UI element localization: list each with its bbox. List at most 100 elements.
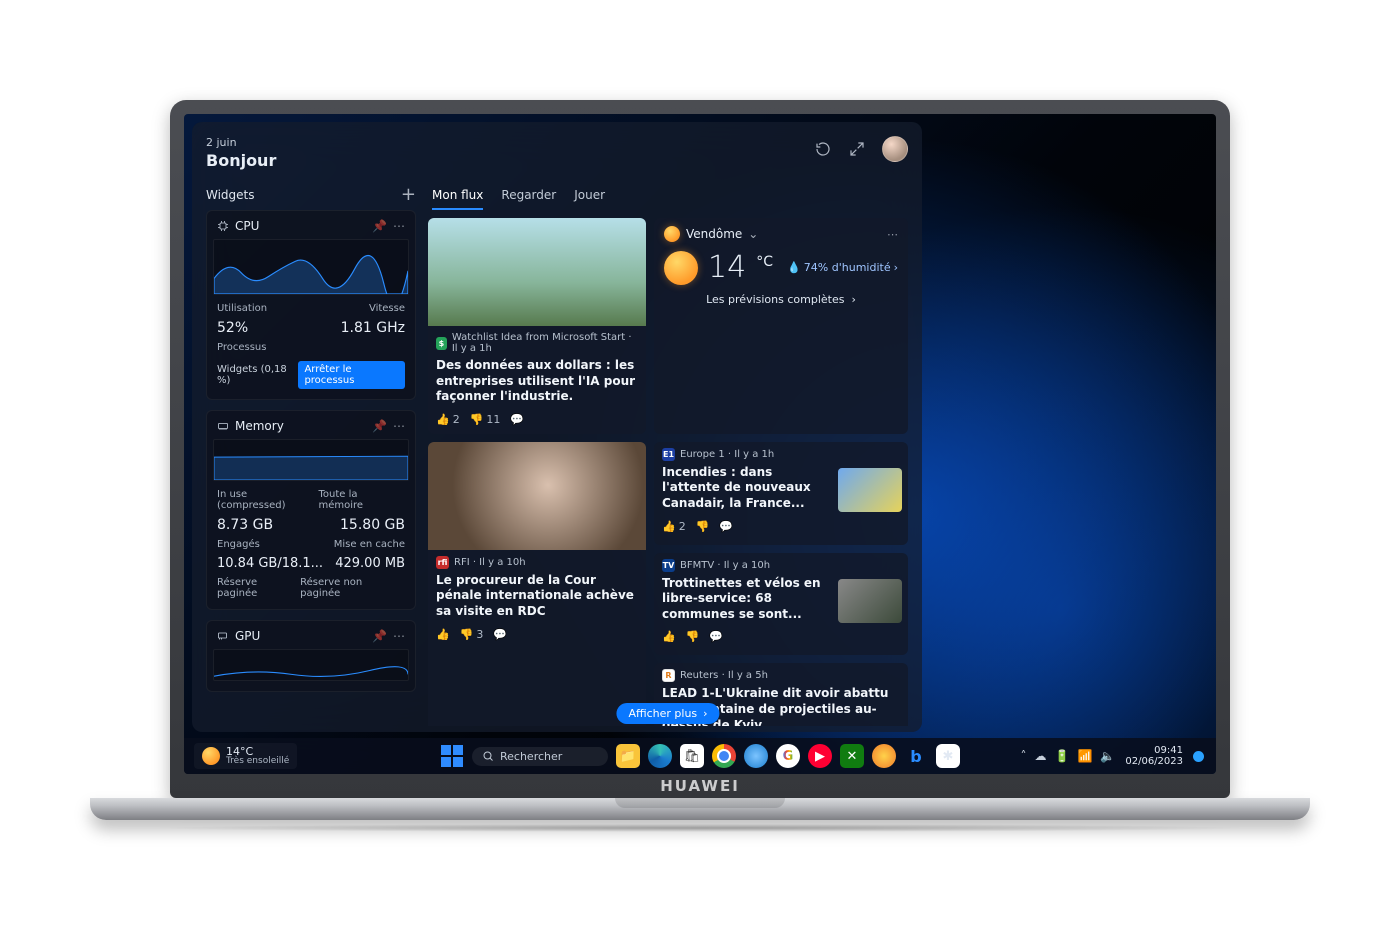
xbox-icon[interactable]: ✕ (840, 744, 864, 768)
cpu-util-label: Utilisation (217, 303, 267, 314)
taskbar-weather[interactable]: 14°C Très ensoleillé (194, 743, 297, 770)
tab-feed[interactable]: Mon flux (432, 188, 483, 210)
battery-icon[interactable]: 🔋 (1055, 749, 1070, 763)
app-icon[interactable] (872, 744, 896, 768)
tray-area[interactable]: ˄ ☁ 🔋 📶 🔈 (1021, 749, 1116, 763)
bing-icon[interactable]: b (904, 744, 928, 768)
taskbar: 14°C Très ensoleillé Rechercher 📁 (184, 738, 1216, 774)
pin-icon[interactable]: 📌 (372, 629, 387, 643)
cpu-speed-label: Vitesse (369, 303, 405, 314)
weather-location: Vendôme (686, 227, 742, 241)
gpu-icon (217, 630, 229, 642)
mem-inuse-value: 8.73 GB (217, 517, 273, 533)
chevron-down-icon[interactable]: ⌄ (748, 227, 758, 241)
laptop-frame: 2 juin Bonjour (170, 100, 1230, 832)
chrome-icon[interactable] (712, 744, 736, 768)
like-button[interactable]: 👍 (436, 628, 450, 641)
dislike-button[interactable]: 👎 (686, 630, 700, 643)
weather-forecast-link[interactable]: Les prévisions complètes › (664, 293, 898, 306)
mem-cache-label: Mise en cache (334, 539, 405, 550)
mem-total-value: 15.80 GB (340, 517, 405, 533)
volume-icon[interactable]: 🔈 (1100, 749, 1115, 763)
news-card-1[interactable]: $Watchlist Idea from Microsoft Start · I… (428, 218, 646, 434)
taskbar-clock[interactable]: 09:41 02/06/2023 (1125, 745, 1183, 767)
youtube-music-icon[interactable]: ▶ (808, 744, 832, 768)
comment-icon[interactable]: 💬 (510, 413, 524, 426)
mem-commit-value: 10.84 GB/18.1... (217, 556, 323, 571)
weather-unit: °C (756, 254, 773, 270)
onedrive-icon[interactable]: ☁ (1035, 749, 1047, 763)
comment-icon[interactable]: 💬 (709, 630, 723, 643)
slack-icon[interactable]: ✱ (936, 744, 960, 768)
copilot-icon[interactable] (744, 744, 768, 768)
comment-icon[interactable]: 💬 (493, 628, 507, 641)
dislike-button[interactable]: 👎 11 (470, 413, 501, 426)
gpu-widget[interactable]: GPU 📌 ⋯ (206, 620, 416, 692)
news-source: Europe 1 · Il y a 1h (680, 449, 774, 460)
news-source: Watchlist Idea from Microsoft Start · Il… (452, 332, 638, 354)
refresh-icon[interactable] (814, 140, 832, 158)
add-widget-icon[interactable]: + (401, 189, 416, 201)
like-button[interactable]: 👍 2 (436, 413, 460, 426)
weather-icon (664, 226, 680, 242)
weather-temp: 14 (708, 250, 746, 285)
cpu-speed-value: 1.81 GHz (341, 320, 405, 336)
news-card-4[interactable]: TVBFMTV · Il y a 10h Trottinettes et vél… (654, 553, 908, 656)
news-thumb (838, 468, 902, 512)
memory-icon (217, 420, 229, 432)
edge-icon[interactable] (648, 744, 672, 768)
user-avatar[interactable] (882, 136, 908, 162)
pin-icon[interactable]: 📌 (372, 419, 387, 433)
more-icon[interactable]: ⋯ (393, 219, 405, 233)
google-icon[interactable]: G (776, 744, 800, 768)
tab-play[interactable]: Jouer (574, 188, 605, 210)
memory-widget[interactable]: Memory 📌 ⋯ In use (compressed) (206, 410, 416, 610)
windows-logo-icon (441, 745, 463, 767)
cpu-chart (213, 239, 409, 295)
desktop-screen: 2 juin Bonjour (184, 114, 1216, 774)
chevron-up-icon[interactable]: ˄ (1021, 749, 1027, 763)
weather-humidity[interactable]: 💧74% d'humidité › (787, 261, 898, 274)
taskbar-search[interactable]: Rechercher (472, 747, 608, 766)
weather-icon-large (664, 251, 698, 285)
like-button[interactable]: 👍 2 (662, 520, 686, 533)
cpu-widget[interactable]: CPU 📌 ⋯ Utilisation Vi (206, 210, 416, 400)
cpu-foot-text: Widgets (0,18 %) (217, 364, 298, 386)
feed-grid: $Watchlist Idea from Microsoft Start · I… (428, 218, 908, 726)
expand-icon[interactable] (848, 140, 866, 158)
source-badge: TV (662, 559, 675, 572)
more-icon[interactable]: ⋯ (887, 228, 898, 241)
feed-column: Mon flux Regarder Jouer $Watchlist Idea … (428, 188, 908, 726)
taskbar-cond: Très ensoleillé (226, 757, 289, 766)
cpu-util-value: 52% (217, 320, 248, 336)
cpu-proc-label: Processus (217, 342, 266, 353)
mem-cache-value: 429.00 MB (335, 556, 405, 571)
more-icon[interactable]: ⋯ (393, 419, 405, 433)
pin-icon[interactable]: 📌 (372, 219, 387, 233)
search-icon (482, 750, 494, 762)
show-more-button[interactable]: Afficher plus› (616, 703, 719, 724)
dislike-button[interactable]: 👎 (696, 520, 710, 533)
dislike-button[interactable]: 👎 3 (460, 628, 484, 641)
like-button[interactable]: 👍 (662, 630, 676, 643)
more-icon[interactable]: ⋯ (393, 629, 405, 643)
news-image (428, 218, 646, 326)
store-icon[interactable]: 🛍 (680, 744, 704, 768)
weather-widget[interactable]: Vendôme ⌄ ⋯ 14 °C 💧74% d'humidité › (654, 218, 908, 434)
wifi-icon[interactable]: 📶 (1077, 749, 1092, 763)
news-card-2[interactable]: E1Europe 1 · Il y a 1h Incendies : dans … (654, 442, 908, 545)
notification-indicator[interactable] (1193, 751, 1204, 762)
panel-date: 2 juin (206, 136, 276, 149)
chevron-right-icon: › (703, 707, 707, 720)
feed-tabs: Mon flux Regarder Jouer (428, 188, 908, 210)
cpu-title: CPU (235, 219, 366, 233)
mem-inuse-label: In use (compressed) (217, 489, 319, 511)
chip-icon (217, 220, 229, 232)
news-title: Le procureur de la Cour pénale internati… (428, 571, 646, 624)
comment-icon[interactable]: 💬 (719, 520, 733, 533)
start-button[interactable] (440, 744, 464, 768)
tab-watch[interactable]: Regarder (501, 188, 556, 210)
explorer-icon[interactable]: 📁 (616, 744, 640, 768)
news-card-3[interactable]: rfiRFI · Il y a 10h Le procureur de la C… (428, 442, 646, 726)
stop-process-button[interactable]: Arrêter le processus (298, 361, 405, 389)
